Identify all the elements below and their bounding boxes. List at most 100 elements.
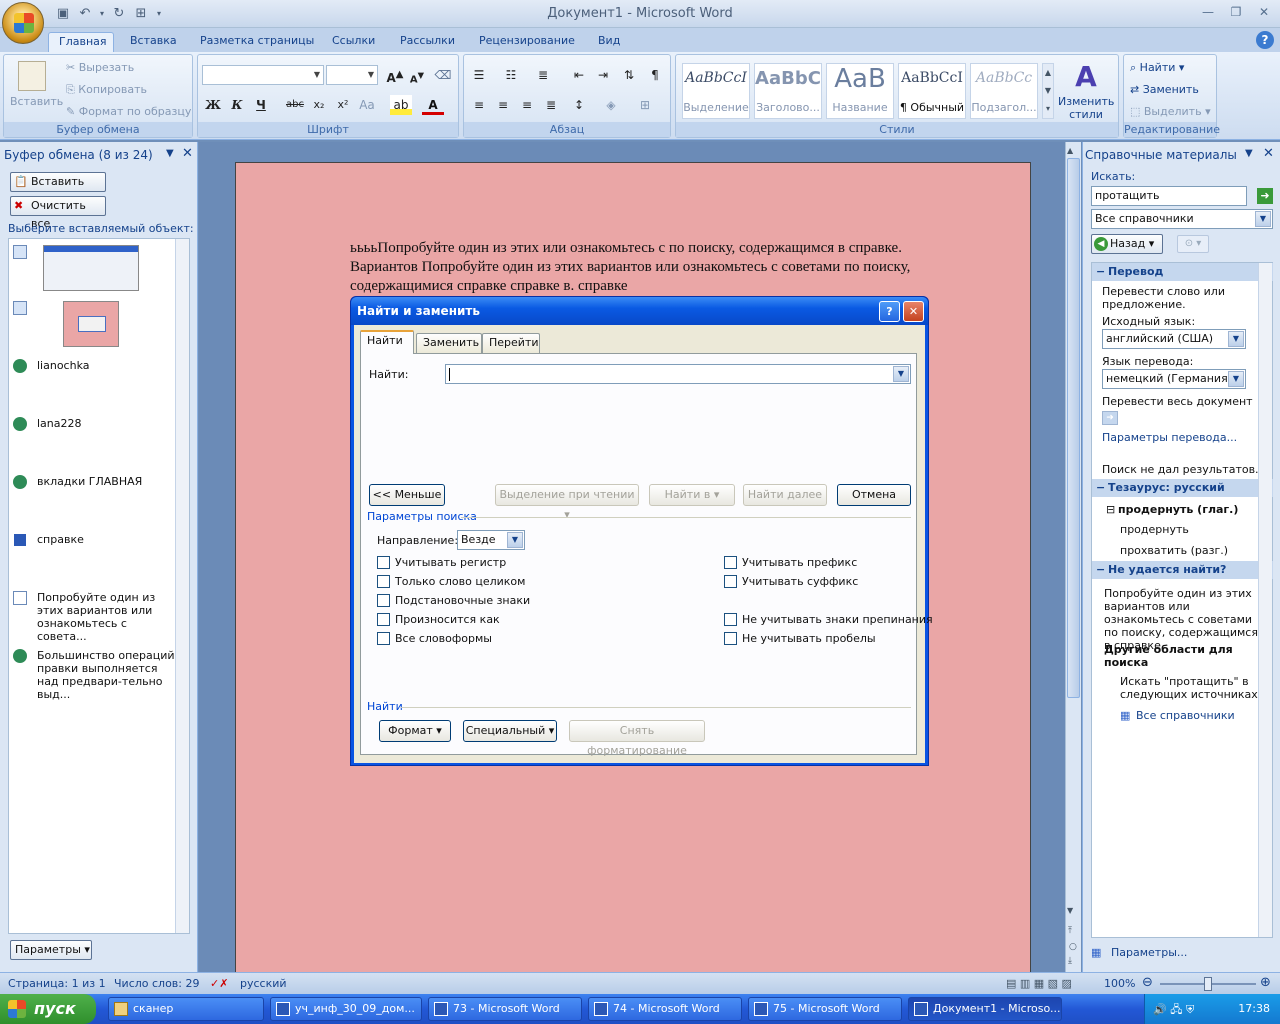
style-emphasis[interactable]: AaBbCcI Выделение [682,63,750,119]
back-button[interactable]: ◀ Назад ▾ [1091,234,1163,254]
justify-icon[interactable]: ≣ [540,95,562,115]
find-in-button[interactable]: Найти в ▾ [649,484,735,506]
paste-button[interactable]: Вставить [10,95,63,108]
italic-button[interactable]: К [226,95,248,115]
font-name-combo[interactable]: ▼ [202,65,324,85]
tab-goto[interactable]: Перейти [482,333,540,353]
line-spacing-icon[interactable]: ↕ [568,95,590,115]
tab-review[interactable]: Рецензирование [469,32,585,52]
numbering-icon[interactable]: ☷ [500,65,522,85]
next-page-icon[interactable]: ⤓ [1068,956,1072,966]
page-counter[interactable]: Страница: 1 из 1 [8,977,106,990]
clipboard-item-image-2[interactable] [13,301,185,349]
bullets-icon[interactable]: ☰ [468,65,490,85]
zoom-slider[interactable] [1160,977,1256,991]
translate-section-header[interactable]: Перевод [1092,263,1273,281]
translate-document-icon[interactable]: ➜ [1102,411,1118,425]
start-button[interactable]: пуск [0,994,96,1024]
tray-icons[interactable]: 🔊 🖧 ⛨ [1153,1001,1194,1020]
font-color-icon[interactable]: A [422,95,444,115]
help-icon[interactable]: ? [879,301,900,322]
zoom-in-icon[interactable]: ⊕ [1260,975,1271,990]
strikethrough-button[interactable]: abc [284,95,306,115]
style-subtitle[interactable]: AaBbCc Подзагол... [970,63,1038,119]
tab-home[interactable]: Главная [48,32,114,52]
match-prefix-checkbox[interactable]: Учитывать префикс [724,556,857,570]
tab-page-layout[interactable]: Разметка страницы [190,32,324,52]
clipboard-item-image-1[interactable] [13,245,185,293]
sort-icon[interactable]: ⇅ [618,65,640,85]
clipboard-scrollbar[interactable] [175,239,189,933]
tab-find[interactable]: Найти [360,330,414,354]
target-language-select[interactable]: немецкий (Германия) ▼ [1102,369,1246,389]
align-right-icon[interactable]: ≡ [516,95,538,115]
direction-select[interactable]: Везде ▼ [457,530,525,550]
change-case-button[interactable]: Aa [356,95,378,115]
taskbar-item[interactable]: сканер [108,997,264,1021]
prev-page-icon[interactable]: ⤒ [1068,926,1072,936]
minimize-icon[interactable]: — [1198,4,1218,20]
tab-replace[interactable]: Заменить [416,333,482,353]
view-buttons-icon[interactable]: ▤ ▥ ▦ ▧ ▨ [1006,977,1072,990]
start-search-icon[interactable]: ➜ [1257,188,1273,204]
language-indicator[interactable]: русский [240,977,287,990]
multilevel-list-icon[interactable]: ≣ [532,65,554,85]
research-options-link[interactable]: ▦ Параметры... [1091,946,1187,959]
restore-icon[interactable]: ❐ [1226,4,1246,20]
zoom-level[interactable]: 100% [1104,977,1135,990]
increase-indent-icon[interactable]: ⇥ [592,65,614,85]
clear-format-icon[interactable]: ⌫ [432,65,454,85]
proofing-icon[interactable]: ✓✗ [210,977,228,990]
ignore-punctuation-checkbox[interactable]: Не учитывать знаки препинания [724,613,933,627]
bold-button[interactable]: Ж [202,95,224,115]
borders-icon[interactable]: ⊞ [634,95,656,115]
document-scrollbar[interactable]: ▲ ▼ ⤒ ○ ⤓ [1065,142,1081,972]
close-icon[interactable]: ✕ [1254,4,1274,20]
replace-button[interactable]: ⇄ Заменить [1130,83,1199,96]
tab-mailings[interactable]: Рассылки [390,32,465,52]
tab-references[interactable]: Ссылки [322,32,385,52]
taskbar-item[interactable]: уч_инф_30_09_дом... [270,997,422,1021]
research-scrollbar[interactable] [1258,263,1272,937]
clipboard-options-button[interactable]: Параметры ▾ [10,940,92,960]
ignore-whitespace-checkbox[interactable]: Не учитывать пробелы [724,632,876,646]
source-language-select[interactable]: английский (США) ▼ [1102,329,1246,349]
paste-all-button[interactable]: 📋Вставить все [10,172,106,206]
clear-all-button[interactable]: ✖ Очистить все [10,196,106,230]
all-references-link[interactable]: ▦ Все справочники [1120,709,1235,722]
taskbar-item[interactable]: 74 - Microsoft Word [588,997,742,1021]
thesaurus-entry[interactable]: ⊟ продернуть (глаг.) [1106,503,1238,516]
match-case-checkbox[interactable]: Учитывать регистр [377,556,506,570]
cancel-button[interactable]: Отмена [837,484,911,506]
decrease-indent-icon[interactable]: ⇤ [568,65,590,85]
thesaurus-synonym[interactable]: продернуть [1120,523,1189,536]
match-suffix-checkbox[interactable]: Учитывать суффикс [724,575,858,589]
scroll-thumb[interactable] [1067,158,1080,698]
office-button[interactable] [2,2,44,44]
close-icon[interactable]: ✕ [182,146,193,161]
select-button[interactable]: ⬚ Выделить ▾ [1130,105,1211,118]
style-title[interactable]: AaB Название [826,63,894,119]
scroll-up-icon[interactable]: ▲ [1067,146,1073,155]
special-button[interactable]: Специальный ▾ [463,720,557,742]
superscript-button[interactable]: x² [332,95,354,115]
find-next-button[interactable]: Найти далее [743,484,827,506]
not-found-section-header[interactable]: Не удается найти? [1092,561,1273,579]
tab-insert[interactable]: Вставка [120,32,187,52]
research-search-input[interactable]: протащить [1091,186,1247,206]
cut-button[interactable]: ✂ Вырезать [66,61,134,74]
reading-highlight-button[interactable]: Выделение при чтении ▾ [495,484,639,521]
forward-button[interactable]: ⊙ ▾ [1177,235,1209,253]
taskbar-item[interactable]: 75 - Microsoft Word [748,997,902,1021]
source-select[interactable]: Все справочники ▼ [1091,209,1273,229]
font-size-combo[interactable]: ▼ [326,65,378,85]
tab-view[interactable]: Вид [588,32,630,52]
style-heading[interactable]: AaBbC Заголово... [754,63,822,119]
pilcrow-icon[interactable]: ¶ [644,65,666,85]
shading-icon[interactable]: ◈ [600,95,622,115]
whole-word-checkbox[interactable]: Только слово целиком [377,575,525,589]
pane-menu-icon[interactable]: ▼ [1245,148,1253,159]
browse-object-icon[interactable]: ○ [1069,942,1077,952]
align-left-icon[interactable]: ≡ [468,95,490,115]
align-center-icon[interactable]: ≡ [492,95,514,115]
